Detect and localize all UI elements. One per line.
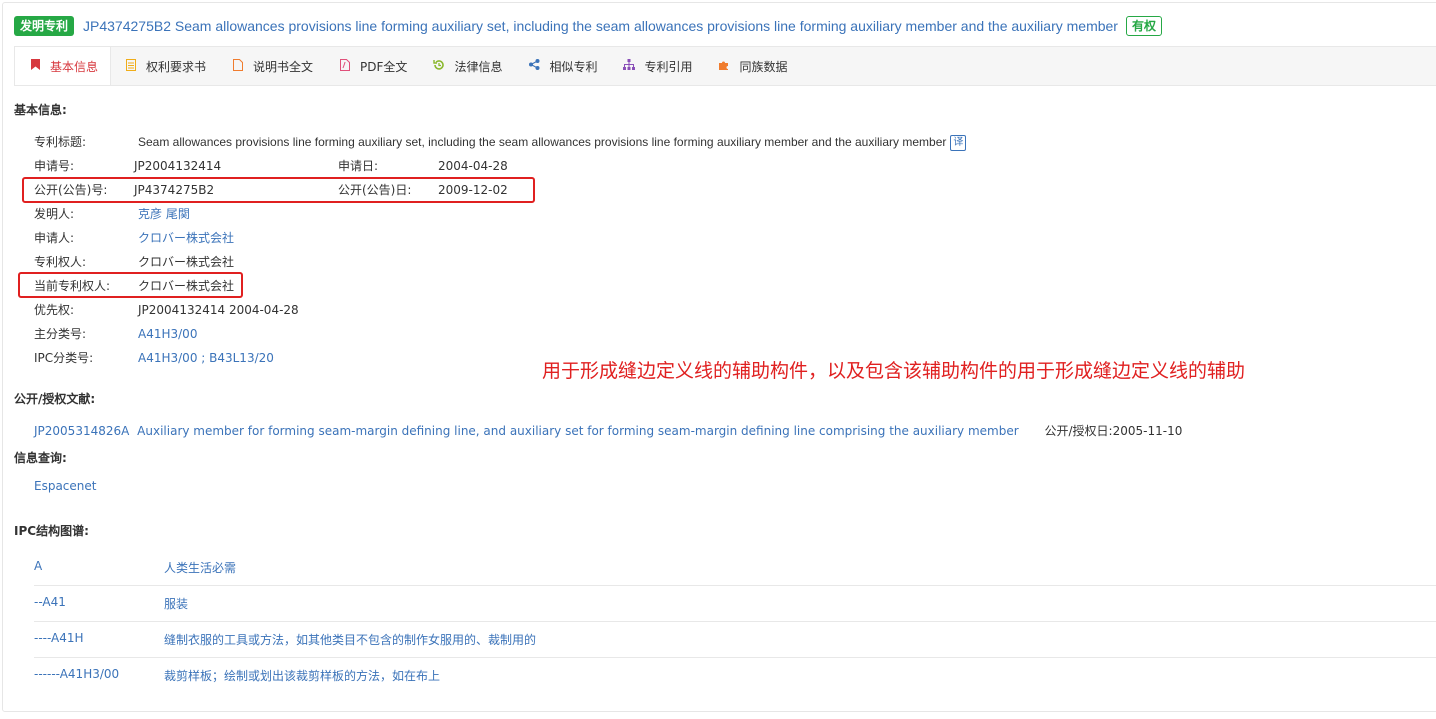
tab-basic-info[interactable]: 基本信息 xyxy=(14,47,112,85)
patentee-label: 专利权人: xyxy=(34,255,87,269)
app-date-value: 2004-04-28 xyxy=(438,159,508,173)
tab-label: 法律信息 xyxy=(454,59,503,74)
ipc-code-link[interactable]: ----A41H xyxy=(34,631,84,645)
publication-doc-link[interactable]: JP2005314826A xyxy=(34,424,129,438)
main-class-link[interactable]: A41H3/00 xyxy=(138,325,197,343)
sitemap-icon xyxy=(623,59,636,73)
tab-label: 相似专利 xyxy=(549,59,598,74)
status-badge: 有权 xyxy=(1125,16,1162,36)
document-icon xyxy=(125,58,137,74)
highlight-box-current-patentee xyxy=(18,272,243,298)
annotation-text: 用于形成缝边定义线的辅助构件，以及包含该辅助构件的用于形成缝边定义线的辅助 xyxy=(542,360,1246,382)
tab-similar[interactable]: 相似专利 xyxy=(514,47,609,85)
tab-claims[interactable]: 权利要求书 xyxy=(111,47,218,85)
app-date-label: 申请日: xyxy=(338,159,379,173)
publication-heading: 公开/授权文献: xyxy=(14,392,96,406)
publication-date-value: 2005-11-10 xyxy=(1112,424,1183,438)
ipc-links[interactable]: A41H3/00 ; B43L13/20 xyxy=(138,349,274,367)
publication-date-label: 公开/授权日: xyxy=(1044,424,1113,438)
priority-value: JP2004132414 2004-04-28 xyxy=(138,303,299,317)
tab-legal[interactable]: 法律信息 xyxy=(419,47,514,85)
tab-label: 专利引用 xyxy=(644,59,693,74)
priority-label: 优先权: xyxy=(34,303,75,317)
ipc-tree-row: ----A41H 缝制衣服的工具或方法，如其他类目不包含的制作女服用的、裁制用的 xyxy=(34,621,1436,658)
history-icon xyxy=(433,59,445,74)
title-text: Seam allowances provisions line forming … xyxy=(138,135,947,149)
pdf-icon xyxy=(339,58,351,74)
translate-icon[interactable]: 译 xyxy=(950,134,967,151)
share-icon xyxy=(528,59,540,73)
app-no-value: JP2004132414 xyxy=(134,159,222,173)
ipc-desc-link[interactable]: 裁剪样板；绘制或划出该裁剪样板的方法，如在布上 xyxy=(164,667,440,684)
applicant-link[interactable]: クロバー株式会社 xyxy=(138,229,234,247)
tab-label: 同族数据 xyxy=(739,59,788,74)
ipc-code-link[interactable]: A xyxy=(34,559,42,573)
espacenet-link[interactable]: Espacenet xyxy=(34,477,96,495)
inventor-label: 发明人: xyxy=(34,207,75,221)
tab-label: 说明书全文 xyxy=(253,59,314,74)
highlight-box-publication xyxy=(22,177,535,203)
ipc-tree-heading: IPC结构图谱: xyxy=(14,524,89,538)
info-query-heading: 信息查询: xyxy=(14,451,67,465)
title-row: 发明专利 JP4374275B2 Seam allowances provisi… xyxy=(14,14,1162,38)
tab-pdf[interactable]: PDF全文 xyxy=(325,47,419,85)
patentee-value: クロバー株式会社 xyxy=(138,255,235,269)
publication-doc-title-link[interactable]: Auxiliary member for forming seam-margin… xyxy=(137,424,1019,438)
ipc-tree-row: A 人类生活必需 xyxy=(34,549,1436,586)
tab-description[interactable]: 说明书全文 xyxy=(218,47,325,85)
patent-title-link[interactable]: JP4374275B2 Seam allowances provisions l… xyxy=(83,18,1118,34)
patent-type-badge: 发明专利 xyxy=(14,16,75,36)
app-no-label: 申请号: xyxy=(34,159,75,173)
title-label: 专利标题: xyxy=(34,135,87,149)
ipc-desc-link[interactable]: 缝制衣服的工具或方法，如其他类目不包含的制作女服用的、裁制用的 xyxy=(164,631,536,648)
ipc-tree-row: --A41 服装 xyxy=(34,585,1436,622)
tab-label: 基本信息 xyxy=(50,59,99,74)
ipc-code-link[interactable]: ------A41H3/00 xyxy=(34,667,119,681)
applicant-label: 申请人: xyxy=(34,231,75,245)
ipc-tree-row: ------A41H3/00 裁剪样板；绘制或划出该裁剪样板的方法，如在布上 xyxy=(34,657,1436,693)
bookmark-icon xyxy=(29,59,41,73)
ipc-desc-link[interactable]: 人类生活必需 xyxy=(164,559,236,576)
inventor-link[interactable]: 克彦 尾関 xyxy=(138,205,190,223)
tab-citations[interactable]: 专利引用 xyxy=(609,47,704,85)
tab-label: PDF全文 xyxy=(360,59,408,74)
title-value: Seam allowances provisions line forming … xyxy=(138,133,967,151)
tab-label: 权利要求书 xyxy=(146,59,207,74)
basic-info-heading: 基本信息: xyxy=(14,103,67,117)
main-class-label: 主分类号: xyxy=(34,327,87,341)
tab-bar: 基本信息 权利要求书 说明书全文 PDF全文 法律信息 相似专利 专利引用 同族… xyxy=(14,46,1436,86)
publication-doc-row: JP2005314826A Auxiliary member for formi… xyxy=(34,422,1182,440)
tab-family[interactable]: 同族数据 xyxy=(704,47,799,85)
ipc-label: IPC分类号: xyxy=(34,351,94,365)
file-icon xyxy=(232,58,244,74)
ipc-desc-link[interactable]: 服装 xyxy=(164,595,188,612)
ipc-code-link[interactable]: --A41 xyxy=(34,595,66,609)
puzzle-icon xyxy=(718,59,730,74)
